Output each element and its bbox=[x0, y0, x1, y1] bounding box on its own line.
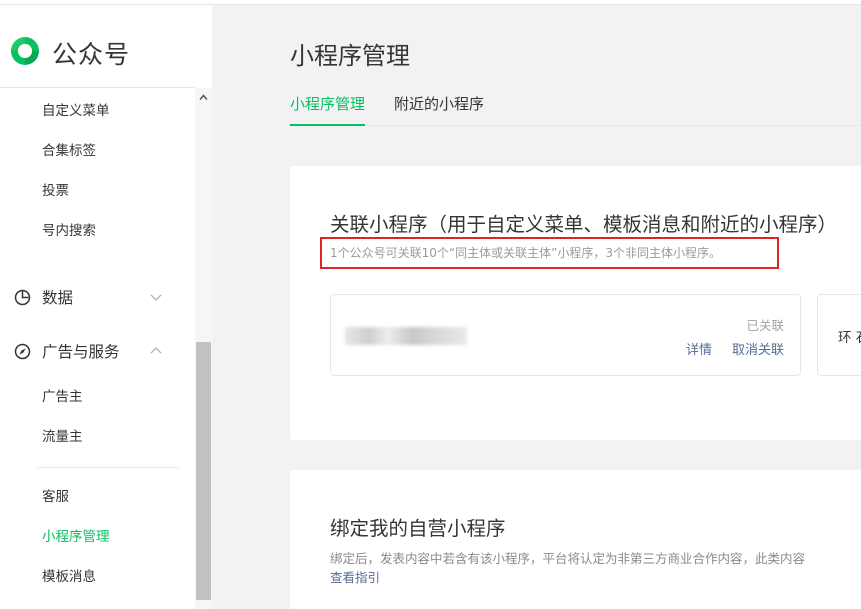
sidebar-item-vote[interactable]: 投票 bbox=[42, 181, 69, 201]
brand[interactable]: 公众号 bbox=[8, 33, 130, 73]
tab-nearby-miniprograms[interactable]: 附近的小程序 bbox=[394, 94, 484, 125]
sidebar-item-template-message[interactable]: 模板消息 bbox=[42, 567, 96, 587]
tab-miniprogram-management[interactable]: 小程序管理 bbox=[290, 94, 366, 126]
blurred-miniprogram-name bbox=[345, 327, 467, 345]
sidebar-scrollbar[interactable] bbox=[195, 88, 212, 609]
scroll-up-arrow-icon[interactable] bbox=[199, 93, 208, 102]
sidebar-item-advertiser[interactable]: 广告主 bbox=[42, 387, 83, 407]
sidebar-item-in-account-search[interactable]: 号内搜索 bbox=[42, 221, 96, 241]
sidebar-group-label: 广告与服务 bbox=[42, 343, 120, 361]
miniprogram-name: 环 石 bbox=[838, 330, 861, 346]
unlink-link[interactable]: 取消关联 bbox=[732, 339, 784, 358]
sidebar-group-data[interactable]: 数据 bbox=[13, 285, 163, 309]
sidebar-item-customer-service[interactable]: 客服 bbox=[42, 487, 69, 507]
bind-own-miniprogram-card: 绑定我的自营小程序 绑定后，发表内容中若含有该小程序，平台将认定为非第三方商业合… bbox=[290, 470, 861, 609]
sidebar-item-custom-menu[interactable]: 自定义菜单 bbox=[42, 101, 110, 121]
page-title: 小程序管理 bbox=[290, 42, 410, 70]
sidebar-item-collection-tags[interactable]: 合集标签 bbox=[42, 141, 96, 161]
linked-miniprogram-item: 环 石 bbox=[817, 294, 861, 376]
scrollbar-thumb[interactable] bbox=[196, 342, 211, 600]
compass-icon bbox=[13, 342, 31, 360]
sidebar: 公众号 自定义菜单 合集标签 投票 号内搜索 数据 广告与服务 广告主 流量主 … bbox=[0, 5, 212, 609]
section-description: 绑定后，发表内容中若含有该小程序，平台将认定为非第三方商业合作内容，此类内容 bbox=[330, 551, 806, 566]
sidebar-menu: 自定义菜单 合集标签 投票 号内搜索 数据 广告与服务 广告主 流量主 客服 小… bbox=[0, 88, 195, 609]
chevron-up-icon bbox=[150, 347, 162, 354]
section-title: 关联小程序（用于自定义菜单、模板消息和附近的小程序） bbox=[330, 213, 838, 236]
brand-name: 公众号 bbox=[52, 40, 131, 69]
sidebar-group-label: 数据 bbox=[42, 289, 74, 307]
section-title: 绑定我的自营小程序 bbox=[330, 517, 506, 540]
tab-bar: 小程序管理 附近的小程序 bbox=[290, 94, 861, 126]
sidebar-item-traffic-owner[interactable]: 流量主 bbox=[42, 427, 83, 447]
sidebar-item-miniprogram-management[interactable]: 小程序管理 bbox=[42, 527, 110, 547]
section-description: 1个公众号可关联10个“同主体或关联主体”小程序，3个非同主体小程序。 bbox=[330, 246, 721, 260]
chevron-down-icon bbox=[150, 294, 162, 301]
view-guide-link[interactable]: 查看指引 bbox=[330, 567, 380, 586]
detail-link[interactable]: 详情 bbox=[686, 339, 712, 358]
sidebar-group-ads-services[interactable]: 广告与服务 bbox=[13, 339, 163, 363]
linked-miniprogram-item: 已关联 详情 取消关联 bbox=[330, 294, 801, 376]
wechat-official-account-logo-icon bbox=[8, 34, 42, 72]
status-badge: 已关联 bbox=[746, 318, 784, 333]
linked-miniprograms-card: 关联小程序（用于自定义菜单、模板消息和附近的小程序） 1个公众号可关联10个“同… bbox=[290, 166, 861, 440]
divider bbox=[37, 467, 179, 468]
pie-chart-icon bbox=[13, 288, 31, 306]
